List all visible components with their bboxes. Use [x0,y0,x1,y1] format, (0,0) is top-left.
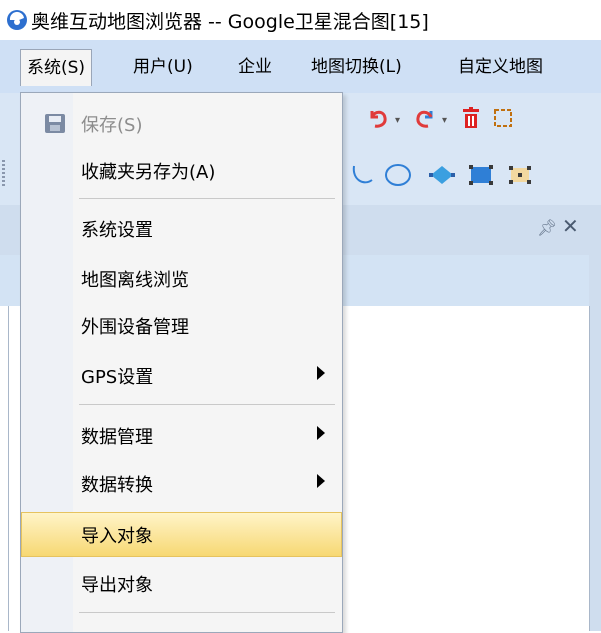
menu-item-label: 外围设备管理 [81,317,189,338]
close-icon[interactable]: ✕ [562,214,579,238]
menu-item-label: 导入对象 [81,526,153,547]
menu-enterprise[interactable]: 企业 [238,52,272,82]
menu-item-save[interactable]: 保存(S) [21,101,342,146]
window-title: 奥维互动地图浏览器 -- Google卫星混合图[15] [31,11,429,33]
menu-separator [79,198,335,199]
grid-select-tool-icon[interactable] [506,163,534,187]
pin-icon[interactable]: 📌︎ [537,218,557,237]
menu-custom-map[interactable]: 自定义地图 [458,52,543,82]
menu-item-label: 导出对象 [81,575,153,596]
menu-separator [79,612,335,613]
menu-item-label: 数据转换 [81,475,153,496]
menu-system[interactable]: 系统(S) [20,49,93,86]
menu-item-system-settings[interactable]: 系统设置 [21,206,342,251]
submenu-arrow-icon [317,426,325,440]
redo-icon[interactable] [413,105,437,131]
menu-item-peripheral-management[interactable]: 外围设备管理 [21,303,342,348]
menu-item-export-objects[interactable]: 导出对象 [21,561,342,606]
menu-item-label: 地图离线浏览 [81,270,189,291]
menu-item-label: GPS设置 [81,367,154,388]
undo-dropdown-icon[interactable]: ▾ [395,115,400,126]
menu-user[interactable]: 用户(U) [133,52,193,82]
menu-item-import-objects[interactable]: 导入对象 [21,512,342,557]
undo-icon[interactable] [366,105,390,131]
polygon-tool-icon[interactable] [427,163,457,187]
panel-frame [589,255,601,631]
submenu-arrow-icon [317,366,325,380]
save-icon [45,114,65,133]
ellipse-tool-icon[interactable] [383,162,413,188]
menu-item-label: 数据管理 [81,427,153,448]
menu-item-save-favorites-as[interactable]: 收藏夹另存为(A) [21,148,342,193]
app-logo-icon [7,10,27,30]
toolbar-grip[interactable] [2,160,5,186]
rectangle-tool-icon[interactable] [467,163,495,187]
delete-icon[interactable] [461,107,481,129]
arc-tool-icon[interactable] [350,162,376,188]
redo-dropdown-icon[interactable]: ▾ [442,115,447,126]
menu-item-offline-browse[interactable]: 地图离线浏览 [21,256,342,301]
menu-item-label: 保存(S) [81,115,143,136]
select-region-icon[interactable] [492,107,514,129]
menu-item-data-conversion[interactable]: 数据转换 [21,461,342,506]
menu-separator [79,404,335,405]
menu-bar: 系统(S) 用户(U) 企业 地图切换(L) 自定义地图 [0,40,601,93]
title-bar: 奥维互动地图浏览器 -- Google卫星混合图[15] [0,0,601,40]
system-menu-dropdown: 保存(S) 收藏夹另存为(A) 系统设置 地图离线浏览 外围设备管理 GPS设置… [20,92,343,633]
menu-item-data-management[interactable]: 数据管理 [21,413,342,458]
submenu-arrow-icon [317,474,325,488]
menu-map-switch[interactable]: 地图切换(L) [311,52,402,82]
menu-item-gps-settings[interactable]: GPS设置 [21,353,342,398]
menu-item-label: 系统设置 [81,220,153,241]
menu-item-label: 收藏夹另存为(A) [81,162,216,183]
